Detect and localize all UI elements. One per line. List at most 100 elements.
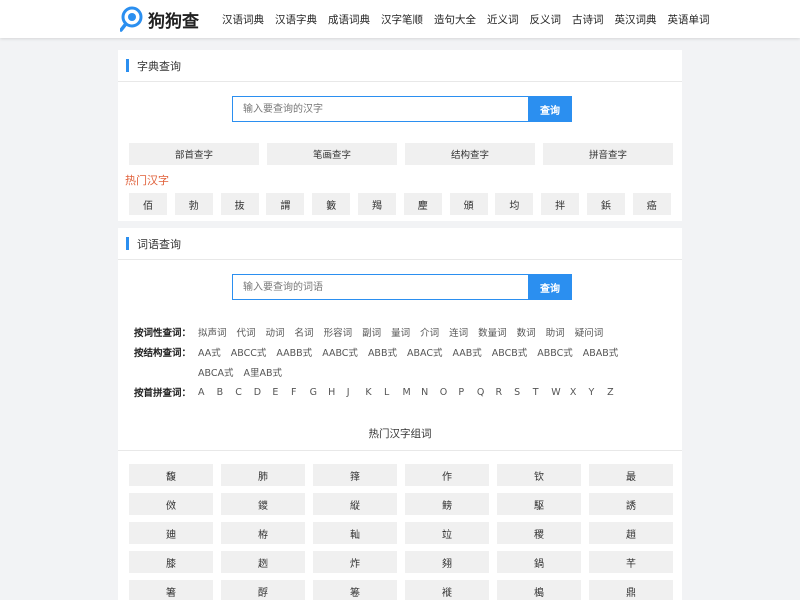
letter-link[interactable]: M	[403, 387, 422, 398]
hot-char[interactable]: 勃	[174, 193, 213, 215]
hot-char[interactable]: 佰	[129, 193, 167, 215]
letter-link[interactable]: N	[421, 387, 440, 398]
hot-word-char[interactable]: 趔	[221, 551, 305, 573]
hot-word-char[interactable]: 肺	[221, 464, 305, 486]
pos-link[interactable]: 助词	[546, 325, 565, 339]
letter-link[interactable]: Y	[588, 387, 607, 398]
letter-link[interactable]: E	[272, 387, 291, 398]
letter-link[interactable]: B	[217, 387, 236, 398]
hot-word-char[interactable]: 鑁	[221, 493, 305, 515]
structure-link[interactable]: A里AB式	[243, 365, 282, 379]
structure-link[interactable]: ABB式	[368, 345, 397, 359]
nav-item[interactable]: 汉语词典	[222, 12, 264, 27]
hot-word-char[interactable]: 馥	[129, 464, 213, 486]
hot-word-char[interactable]: 誘	[589, 493, 673, 515]
pos-link[interactable]: 量词	[391, 325, 410, 339]
hot-word-char[interactable]: 翗	[405, 551, 489, 573]
hot-word-char[interactable]: 軕	[313, 522, 397, 544]
pos-link[interactable]: 疑问词	[575, 325, 604, 339]
pos-link[interactable]: 拟声词	[198, 325, 227, 339]
hot-word-char[interactable]: 竝	[405, 522, 489, 544]
letter-link[interactable]: D	[254, 387, 273, 398]
structure-link[interactable]: ABBC式	[537, 345, 573, 359]
zidian-search-input[interactable]	[232, 96, 528, 122]
hot-word-char[interactable]: 鍋	[497, 551, 581, 573]
structure-link[interactable]: AABB式	[276, 345, 312, 359]
letter-link[interactable]: R	[496, 387, 515, 398]
letter-link[interactable]: F	[291, 387, 310, 398]
hot-word-char[interactable]: 箨	[313, 464, 397, 486]
hot-char[interactable]: 癌	[632, 193, 671, 215]
structure-link[interactable]: AA式	[198, 345, 221, 359]
hot-word-char[interactable]: 钦	[497, 464, 581, 486]
letter-link[interactable]: P	[458, 387, 477, 398]
pos-link[interactable]: 名词	[295, 325, 314, 339]
pos-link[interactable]: 动词	[266, 325, 285, 339]
letter-link[interactable]: S	[514, 387, 533, 398]
hot-char[interactable]: 抜	[220, 193, 259, 215]
radical-lookup-button[interactable]: 部首查字	[129, 143, 259, 165]
hot-word-char[interactable]: 鳑	[405, 493, 489, 515]
zidian-search-button[interactable]: 查询	[528, 96, 572, 122]
hot-char[interactable]: 謂	[266, 193, 305, 215]
nav-item[interactable]: 古诗词	[572, 12, 604, 27]
nav-item[interactable]: 英汉词典	[615, 12, 657, 27]
pos-link[interactable]: 代词	[237, 325, 256, 339]
letter-link[interactable]: L	[384, 387, 403, 398]
hot-word-char[interactable]: 箸	[129, 580, 213, 600]
nav-item[interactable]: 英语单词	[668, 12, 710, 27]
nav-item[interactable]: 汉字笔顺	[381, 12, 423, 27]
hot-char[interactable]: 拌	[541, 193, 580, 215]
pos-link[interactable]: 形容词	[324, 325, 353, 339]
nav-item[interactable]: 成语词典	[328, 12, 370, 27]
nav-item[interactable]: 近义词	[487, 12, 519, 27]
structure-link[interactable]: ABCA式	[198, 365, 233, 379]
hot-word-char[interactable]: 芊	[589, 551, 673, 573]
hot-word-char[interactable]: 槝	[497, 580, 581, 600]
logo[interactable]: 狗狗查	[119, 6, 199, 32]
hot-word-char[interactable]: 縦	[313, 493, 397, 515]
structure-link[interactable]: ABAC式	[407, 345, 442, 359]
hot-word-char[interactable]: 褷	[405, 580, 489, 600]
hot-word-char[interactable]: 膝	[129, 551, 213, 573]
hot-word-char[interactable]: 駆	[497, 493, 581, 515]
hot-word-char[interactable]: 鼎	[589, 580, 673, 600]
hot-word-char[interactable]: 傚	[129, 493, 213, 515]
hot-word-char[interactable]: 作	[405, 464, 489, 486]
hot-word-char[interactable]: 趙	[589, 522, 673, 544]
nav-item[interactable]: 反义词	[530, 12, 562, 27]
pos-link[interactable]: 数量词	[478, 325, 507, 339]
hot-char[interactable]: 籔	[312, 193, 351, 215]
structure-link[interactable]: AABC式	[322, 345, 358, 359]
ciyu-search-input[interactable]	[232, 274, 528, 300]
structure-lookup-button[interactable]: 结构查字	[405, 143, 535, 165]
hot-char[interactable]: 鋲	[586, 193, 625, 215]
letter-link[interactable]: X	[570, 387, 589, 398]
nav-item[interactable]: 造句大全	[434, 12, 476, 27]
letter-link[interactable]: Z	[607, 387, 626, 398]
hot-char[interactable]: 均	[495, 193, 534, 215]
letter-link[interactable]: H	[328, 387, 347, 398]
structure-link[interactable]: ABCB式	[492, 345, 528, 359]
pinyin-lookup-button[interactable]: 拼音查字	[543, 143, 673, 165]
pos-link[interactable]: 连词	[449, 325, 468, 339]
hot-word-char[interactable]: 稷	[497, 522, 581, 544]
hot-word-char[interactable]: 炸	[313, 551, 397, 573]
pos-link[interactable]: 介词	[420, 325, 439, 339]
letter-link[interactable]: A	[198, 387, 217, 398]
letter-link[interactable]: O	[440, 387, 459, 398]
structure-link[interactable]: AAB式	[452, 345, 481, 359]
letter-link[interactable]: K	[365, 387, 384, 398]
structure-link[interactable]: ABAB式	[583, 345, 619, 359]
structure-link[interactable]: ABCC式	[231, 345, 267, 359]
hot-char[interactable]: 羯	[357, 193, 396, 215]
letter-link[interactable]: T	[533, 387, 552, 398]
stroke-lookup-button[interactable]: 笔画查字	[267, 143, 397, 165]
hot-word-char[interactable]: 箞	[313, 580, 397, 600]
ciyu-search-button[interactable]: 查询	[528, 274, 572, 300]
pos-link[interactable]: 数词	[517, 325, 536, 339]
nav-item[interactable]: 汉语字典	[275, 12, 317, 27]
hot-char[interactable]: 頒	[449, 193, 488, 215]
pos-link[interactable]: 副词	[362, 325, 381, 339]
hot-word-char[interactable]: 栫	[221, 522, 305, 544]
